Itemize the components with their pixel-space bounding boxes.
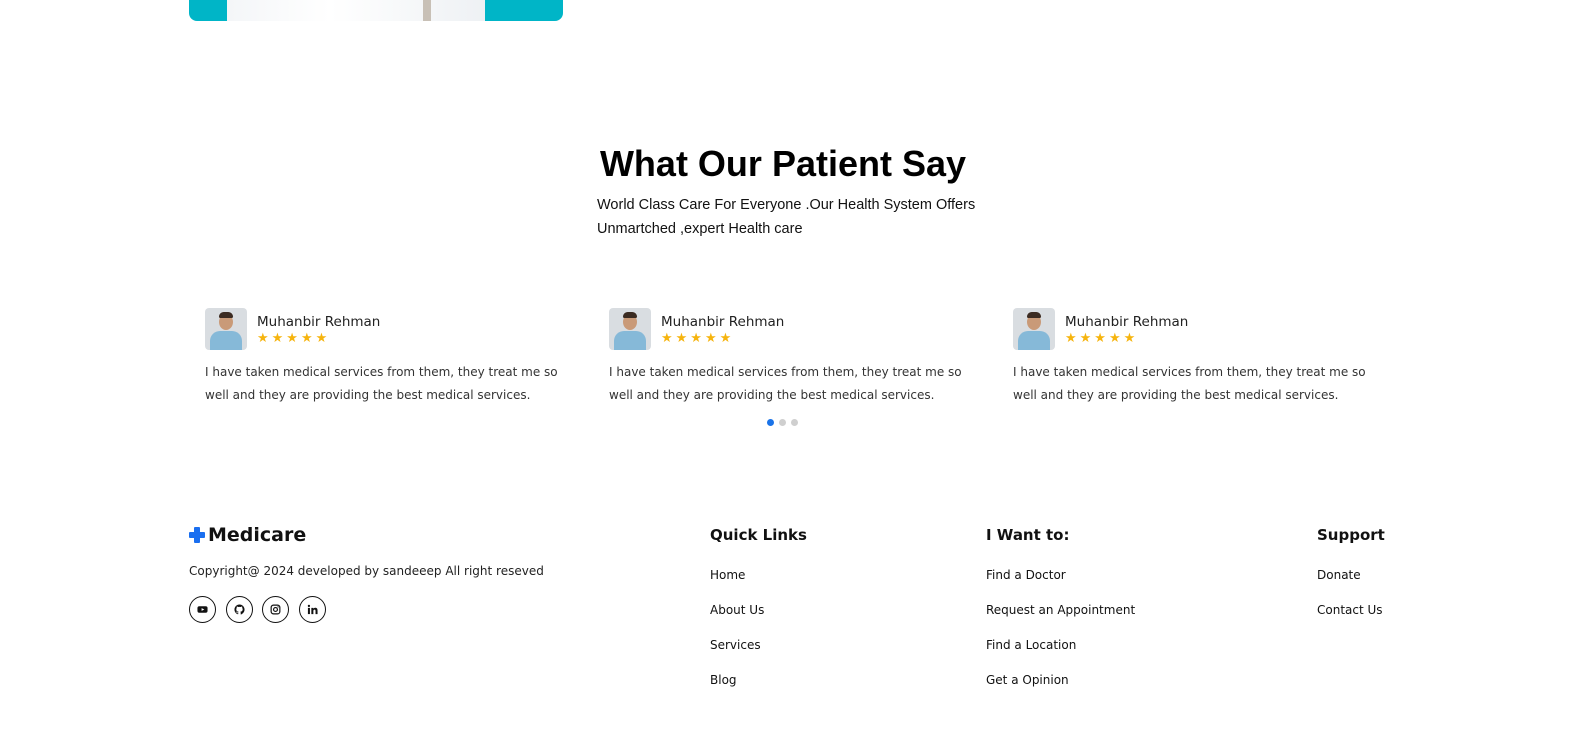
testimonial-name: Muhanbir Rehman [257, 314, 381, 330]
testimonial-text: I have taken medical services from them,… [609, 365, 962, 402]
i-want-to-title: I Want to: [986, 526, 1070, 544]
section-title: What Our Patient Say [599, 143, 967, 184]
footer-link-services[interactable]: Services [710, 637, 764, 672]
footer-link-request-appointment[interactable]: Request an Appointment [986, 602, 1135, 637]
youtube-link[interactable] [189, 596, 216, 623]
footer-link-contact-us[interactable]: Contact Us [1317, 602, 1383, 637]
linkedin-link[interactable] [298, 596, 326, 623]
footer-logo[interactable]: Medicare [189, 524, 306, 546]
brand-name: Medicare [208, 524, 307, 546]
footer-link-find-location[interactable]: Find a Location [986, 637, 1135, 672]
youtube-icon [197, 606, 208, 613]
linkedin-icon [307, 604, 318, 615]
instagram-link[interactable] [262, 596, 289, 623]
support-column: Support Donate Contact Us [1317, 524, 1385, 617]
footer-link-blog[interactable]: Blog [710, 672, 764, 707]
instagram-icon [270, 604, 281, 615]
carousel-dot-1[interactable] [767, 419, 774, 426]
section-subtitle-line2: Unmartched ,expert Health care [597, 221, 803, 237]
footer-link-find-doctor[interactable]: Find a Doctor [986, 567, 1135, 602]
avatar [609, 308, 651, 350]
carousel-dots [767, 413, 803, 426]
rating-stars: ★★★★★ [1065, 331, 1139, 346]
testimonial-name: Muhanbir Rehman [661, 314, 785, 330]
testimonial-text: I have taken medical services from them,… [1013, 365, 1366, 402]
avatar [205, 308, 247, 350]
testimonial-text: I have taken medical services from them,… [205, 365, 558, 402]
github-icon [233, 604, 245, 615]
rating-stars: ★★★★★ [257, 331, 331, 346]
doctor-coat [227, 0, 485, 21]
footer-link-get-opinion[interactable]: Get a Opinion [986, 672, 1135, 707]
rating-stars: ★★★★★ [661, 331, 735, 346]
medical-plus-icon [189, 527, 205, 543]
footer-link-donate[interactable]: Donate [1317, 567, 1383, 602]
section-subtitle-line1: World Class Care For Everyone .Our Healt… [597, 197, 976, 213]
footer-link-home[interactable]: Home [710, 567, 764, 602]
testimonial-name: Muhanbir Rehman [1065, 314, 1189, 330]
doctor-image-bottom [189, 0, 563, 21]
social-links [189, 596, 335, 623]
carousel-dot-2[interactable] [779, 419, 786, 426]
section-subtitle: World Class Care For Everyone .Our Healt… [597, 193, 997, 241]
avatar [1013, 308, 1055, 350]
footer-link-about-us[interactable]: About Us [710, 602, 764, 637]
support-title: Support [1317, 526, 1385, 544]
quick-links-column: Quick Links Home About Us Services Blog [710, 524, 807, 687]
quick-links-title: Quick Links [710, 526, 807, 544]
i-want-to-column: I Want to: Find a Doctor Request an Appo… [986, 524, 1135, 687]
carousel-dot-3[interactable] [791, 419, 798, 426]
copyright-text: Copyright@ 2024 developed by sandeeep Al… [189, 564, 544, 578]
github-link[interactable] [225, 596, 253, 623]
